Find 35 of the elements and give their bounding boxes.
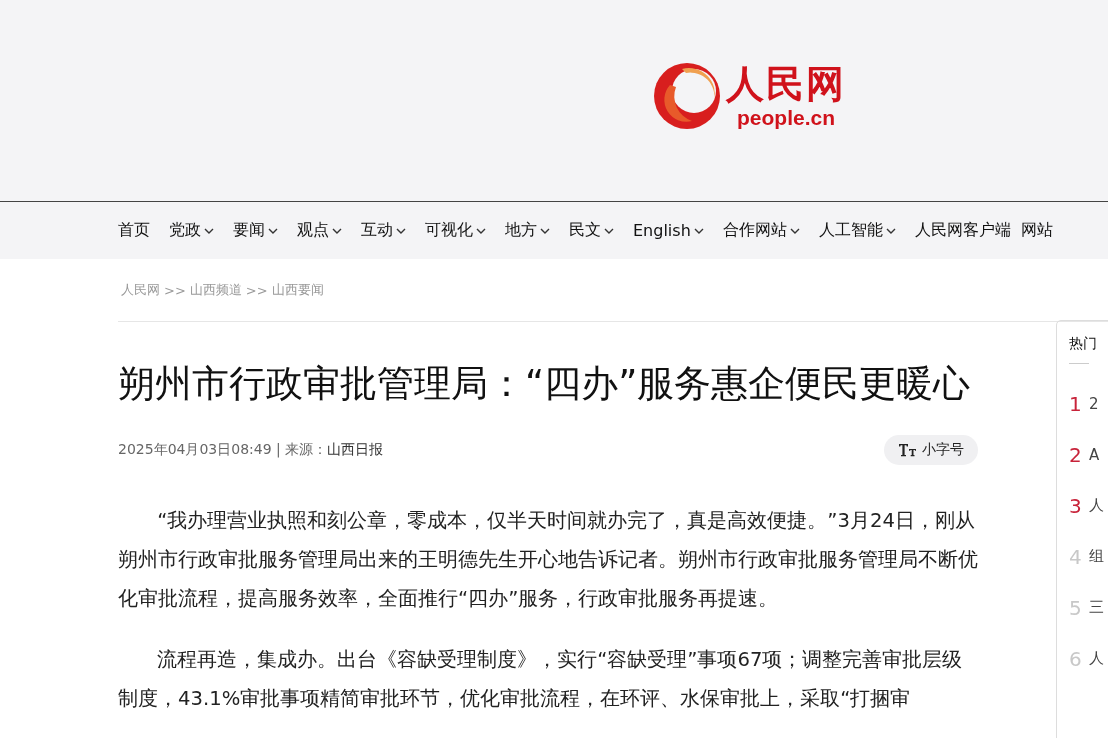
article-meta: 2025年04月03日08:49 | 来源： <box>118 441 328 457</box>
nav-link[interactable]: 要闻 <box>233 220 278 241</box>
text-size-icon <box>898 443 918 457</box>
nav-link[interactable]: 人工智能 <box>818 220 896 241</box>
logo-wordmark: 人民网 <box>726 61 846 106</box>
hot-list-link[interactable]: 人 <box>1089 496 1104 515</box>
breadcrumb-separator: >> <box>245 282 268 298</box>
nav-link[interactable]: English <box>633 221 704 240</box>
article-paragraph: 流程再造，集成办。出台《容缺受理制度》，实行“容缺受理”事项67项；调整完善审批层级制度，43.1%审批事项精简审批环节，优化审批流程，在环评、水保审批上，采取“打捆审 <box>118 647 964 712</box>
hot-list-link[interactable]: 2 <box>1089 394 1099 413</box>
nav-link[interactable]: 首页 <box>118 220 150 241</box>
hot-list-link[interactable]: 三 <box>1089 598 1104 617</box>
article-paragraph: “我办理营业执照和刻公章，零成本，仅半天时间就办完了，真是高效便捷。”3月24日，刚从朔州市行政审批服务管理局出来的王明德先生开心地告诉记者。朔州市行政审批服务管理局不断优化审批流程，提高服务效率，全面推行“四办”服务，行政审批服务再提速。 <box>118 508 978 612</box>
font-size-button[interactable]: 小字号 <box>884 435 978 465</box>
hot-list-link[interactable]: 组 <box>1089 547 1104 566</box>
source-link[interactable]: 山西日报 <box>327 441 384 457</box>
nav-link[interactable]: 合作网站 <box>722 220 800 241</box>
nav-link[interactable]: 民文 <box>569 220 614 241</box>
rank-number: 2 <box>1069 442 1083 467</box>
hot-list-link[interactable]: A <box>1089 445 1100 464</box>
breadcrumb-separator: >> <box>164 282 186 298</box>
nav-link[interactable]: 观点 <box>297 220 342 241</box>
nav-link[interactable]: 互动 <box>361 220 406 241</box>
hot-list-link[interactable]: 人 <box>1089 649 1104 668</box>
logo-domain: people.cn <box>737 105 835 130</box>
nav-link[interactable]: 地方 <box>505 220 550 241</box>
hot-list-title: 热门 <box>1069 335 1098 353</box>
rank-number: 1 <box>1069 391 1083 416</box>
nav-link[interactable]: 网站 <box>1020 220 1053 241</box>
article-title: 朔州市行政审批管理局：“四办”服务惠企便民更暖心 <box>118 361 972 407</box>
nav-link[interactable]: 党政 <box>169 220 214 241</box>
nav-link[interactable]: 人民网客户端 <box>914 220 1011 241</box>
logo-emblem-icon <box>652 60 722 131</box>
nav-link[interactable]: 可视化 <box>425 220 486 241</box>
rank-number: 3 <box>1069 493 1083 518</box>
